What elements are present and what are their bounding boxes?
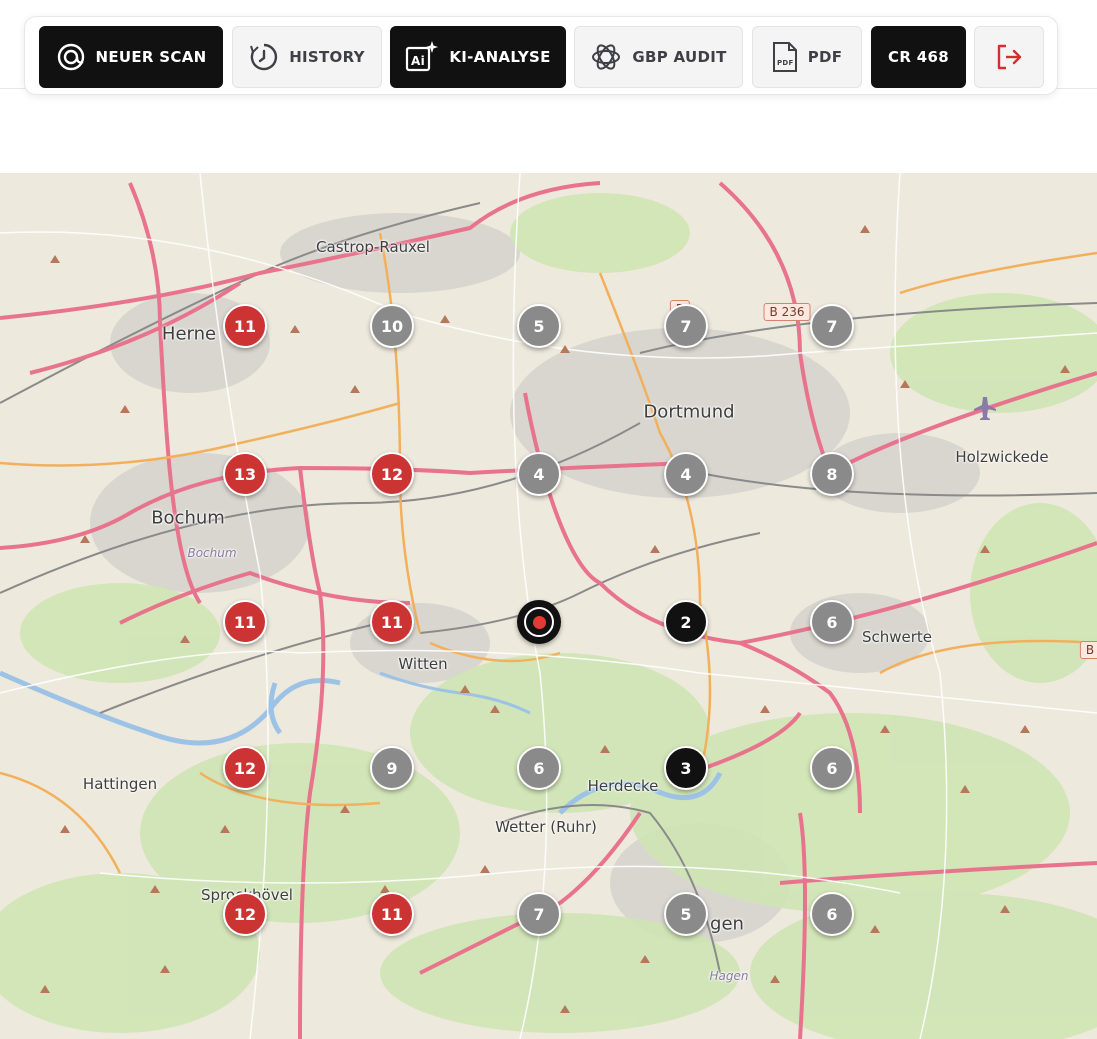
new-scan-button[interactable]: NEUER SCAN: [39, 26, 223, 88]
city-label: Herne: [161, 323, 217, 345]
credits-button[interactable]: CR 468: [871, 26, 966, 88]
rank-marker[interactable]: 12: [223, 746, 267, 790]
rank-marker[interactable]: 12: [223, 892, 267, 936]
gbp-audit-button[interactable]: GBP AUDIT: [574, 26, 743, 88]
city-label: Bochum: [187, 546, 237, 560]
rank-marker[interactable]: 5: [664, 892, 708, 936]
center-location-pin[interactable]: [517, 600, 561, 644]
map-view[interactable]: Castrop-Rauxel Herne Dortmund Holzwicked…: [0, 173, 1097, 1039]
rank-marker[interactable]: 6: [810, 892, 854, 936]
rank-marker[interactable]: 8: [810, 452, 854, 496]
history-button[interactable]: HISTORY: [232, 26, 382, 88]
logout-icon: [997, 44, 1022, 70]
ai-analysis-label: KI-ANALYSE: [449, 48, 551, 66]
city-label: Dortmund: [643, 401, 735, 423]
rank-marker[interactable]: 9: [370, 746, 414, 790]
city-label: Bochum: [151, 507, 225, 529]
city-label: Holzwickede: [955, 448, 1049, 466]
rank-marker[interactable]: 4: [517, 452, 561, 496]
logout-button[interactable]: [974, 26, 1044, 88]
rank-marker[interactable]: 12: [370, 452, 414, 496]
rank-marker[interactable]: 2: [664, 600, 708, 644]
openai-knot-icon: [592, 44, 621, 70]
rank-marker[interactable]: 5: [517, 304, 561, 348]
city-label: gen: [710, 913, 744, 935]
rank-marker[interactable]: 4: [664, 452, 708, 496]
city-label: Wetter (Ruhr): [495, 818, 597, 836]
rank-marker[interactable]: 6: [810, 600, 854, 644]
rank-marker[interactable]: 10: [370, 304, 414, 348]
rank-marker[interactable]: 6: [810, 746, 854, 790]
city-label: Witten: [398, 655, 448, 673]
road-shield: B: [1079, 641, 1097, 659]
new-scan-label: NEUER SCAN: [95, 48, 207, 66]
rank-marker[interactable]: 7: [517, 892, 561, 936]
rank-marker[interactable]: 7: [664, 304, 708, 348]
road-shield: B 236: [763, 303, 811, 321]
rank-marker[interactable]: 11: [370, 892, 414, 936]
city-label: Herdecke: [587, 777, 659, 795]
pdf-file-icon: PDF: [772, 42, 797, 72]
rank-marker[interactable]: 11: [370, 600, 414, 644]
pin-ring: [524, 607, 554, 637]
rank-marker[interactable]: 6: [517, 746, 561, 790]
pin-dot: [532, 615, 546, 629]
gbp-audit-label: GBP AUDIT: [632, 48, 727, 66]
rank-marker[interactable]: 11: [223, 304, 267, 348]
credits-label: CR 468: [888, 48, 949, 66]
rank-marker[interactable]: 11: [223, 600, 267, 644]
target-scan-icon: [57, 43, 84, 71]
toolbar: NEUER SCAN HISTORY Ai KI-ANALYSE GBP AUD…: [24, 16, 1058, 95]
rank-marker[interactable]: 13: [223, 452, 267, 496]
city-label: Castrop-Rauxel: [316, 238, 430, 256]
city-label: Hagen: [709, 969, 749, 983]
city-label: Hattingen: [82, 775, 158, 793]
ai-sparkle-icon: Ai: [406, 41, 439, 72]
history-label: HISTORY: [289, 48, 365, 66]
rank-marker[interactable]: 3: [664, 746, 708, 790]
pdf-button[interactable]: PDF PDF: [752, 26, 862, 88]
svg-text:Ai: Ai: [411, 54, 425, 68]
svg-text:PDF: PDF: [777, 59, 794, 67]
clock-history-icon: [250, 43, 278, 71]
city-label: Schwerte: [861, 628, 933, 646]
pdf-label: PDF: [807, 48, 843, 66]
rank-marker[interactable]: 7: [810, 304, 854, 348]
ai-analysis-button[interactable]: Ai KI-ANALYSE: [390, 26, 566, 88]
